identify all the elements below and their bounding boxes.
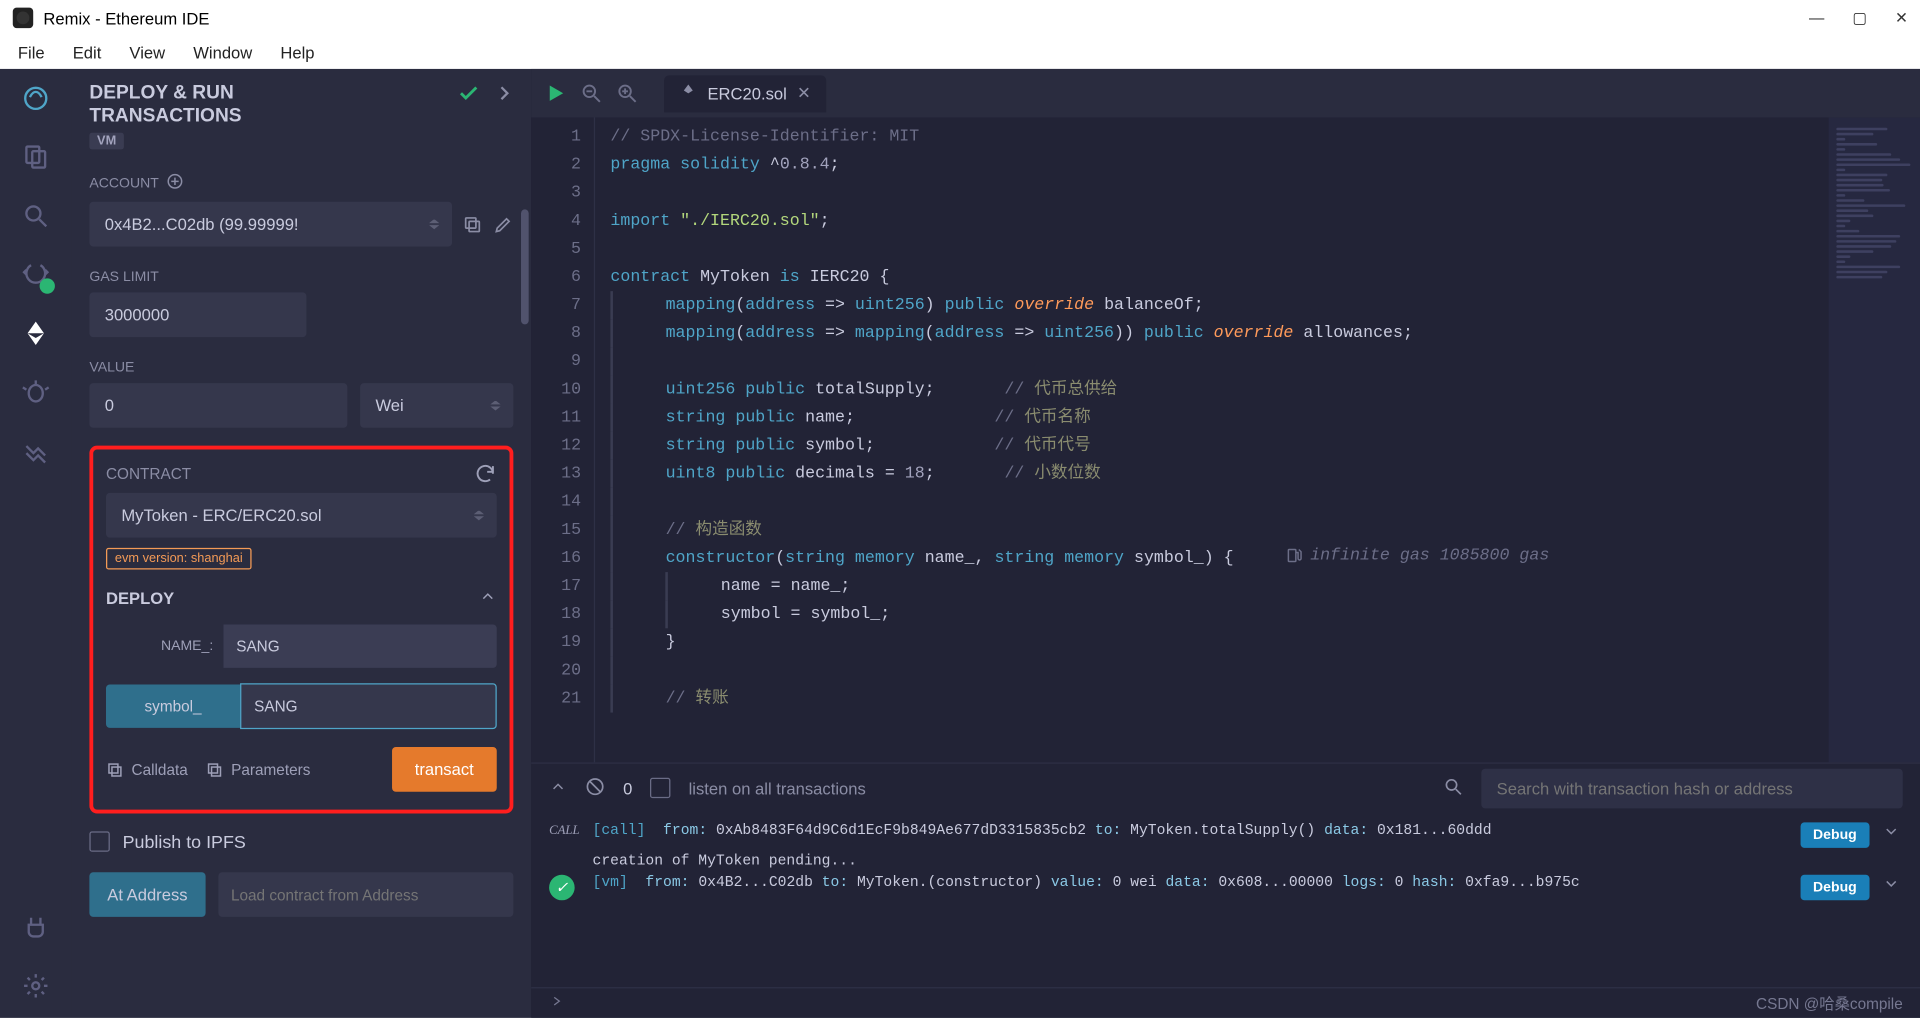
plugin-icon[interactable] [22,913,50,941]
compiler-icon[interactable] [22,261,50,289]
terminal: 0 listen on all transactions CALL[call] … [531,762,1920,1017]
deploy-panel: DEPLOY & RUN TRANSACTIONS VM ACCOUNT 0x4… [72,69,532,1018]
env-badge: VM [89,133,123,150]
activity-bar [0,69,72,1018]
edit-account-icon[interactable] [493,214,513,234]
app-logo-icon [13,8,33,28]
param-symbol-input[interactable] [240,683,497,729]
publish-ipfs-label: Publish to IPFS [123,831,246,851]
contract-select[interactable]: MyToken - ERC/ERC20.sol [106,493,497,538]
deploy-heading: DEPLOY [106,589,174,608]
pending-count: 0 [623,778,632,797]
param-symbol-label: symbol_ [106,684,240,727]
check-icon [457,82,480,109]
panel-title-line2: TRANSACTIONS [89,105,241,128]
evm-version-badge: evm version: shanghai [106,548,252,570]
debugger-icon[interactable] [22,378,50,406]
gas-input[interactable] [89,292,306,337]
window-title: Remix - Ethereum IDE [43,8,209,27]
expand-row-icon[interactable] [1882,875,1902,898]
listen-checkbox[interactable] [650,778,670,798]
parameters-button[interactable]: Parameters [206,760,311,778]
term-collapse-icon[interactable] [549,777,567,799]
settings-icon[interactable] [22,972,50,1000]
refresh-icon[interactable] [474,462,497,485]
collapse-icon[interactable] [479,587,497,609]
files-icon[interactable] [22,143,50,171]
value-unit-select[interactable]: Wei [360,383,513,428]
copy-account-icon[interactable] [462,214,482,234]
menu-view[interactable]: View [129,43,165,62]
terminal-prompt-icon[interactable] [549,994,564,1013]
minimap[interactable] [1829,117,1920,762]
publish-ipfs-checkbox[interactable] [89,831,109,851]
menubar: File Edit View Window Help [0,36,1920,69]
gas-label: GAS LIMIT [89,269,513,284]
remix-logo-icon[interactable] [22,84,50,112]
code-editor[interactable]: 123456789101112131415161718192021 // SPD… [531,117,1920,762]
search-icon[interactable] [22,202,50,230]
menu-file[interactable]: File [18,43,45,62]
deploy-icon[interactable] [22,319,50,347]
value-input[interactable] [89,383,347,428]
calldata-button[interactable]: Calldata [106,760,188,778]
panel-title-line1: DEPLOY & RUN [89,82,241,105]
debug-button[interactable]: Debug [1800,822,1869,848]
watermark: CSDN @哈桑compile [1756,992,1903,1014]
window-minimize-button[interactable]: — [1809,9,1824,27]
add-account-icon[interactable] [167,172,185,194]
param-name-input[interactable] [223,624,496,667]
listen-label: listen on all transactions [689,778,866,797]
zoom-in-icon[interactable] [616,82,639,105]
menu-window[interactable]: Window [193,43,252,62]
param-name-label: NAME_: [106,639,223,654]
term-search-input[interactable] [1481,768,1902,808]
menu-help[interactable]: Help [280,43,314,62]
highlighted-region: CONTRACT MyToken - ERC/ERC20.sol evm ver… [89,446,513,814]
window-maximize-button[interactable]: ▢ [1852,9,1866,27]
transact-button[interactable]: transact [392,747,497,792]
at-address-input[interactable] [218,872,513,917]
tab-filename: ERC20.sol [707,84,786,103]
solidity-file-icon [679,82,697,104]
contract-label: CONTRACT [106,465,191,483]
editor-tab[interactable]: ERC20.sol ✕ [664,75,826,112]
account-label: ACCOUNT [89,176,158,191]
gas-hint: infinite gas 1085800 gas [1285,541,1550,569]
debug-button[interactable]: Debug [1800,875,1869,901]
overview-icon[interactable] [22,437,50,465]
term-search-icon[interactable] [1443,776,1463,800]
panel-scrollbar[interactable] [521,209,529,324]
chevron-right-icon[interactable] [495,84,513,106]
term-clear-icon[interactable] [585,776,605,800]
account-select[interactable]: 0x4B2...C02db (99.99999! [89,202,452,247]
expand-row-icon[interactable] [1882,822,1902,845]
at-address-button[interactable]: At Address [89,872,205,917]
editor-toolbar: ERC20.sol ✕ [531,69,1920,118]
menu-edit[interactable]: Edit [73,43,102,62]
run-icon[interactable] [544,82,567,105]
window-titlebar: Remix - Ethereum IDE — ▢ ✕ [0,0,1920,36]
tab-close-icon[interactable]: ✕ [797,83,811,103]
value-label: VALUE [89,360,513,375]
window-close-button[interactable]: ✕ [1895,9,1908,27]
zoom-out-icon[interactable] [580,82,603,105]
